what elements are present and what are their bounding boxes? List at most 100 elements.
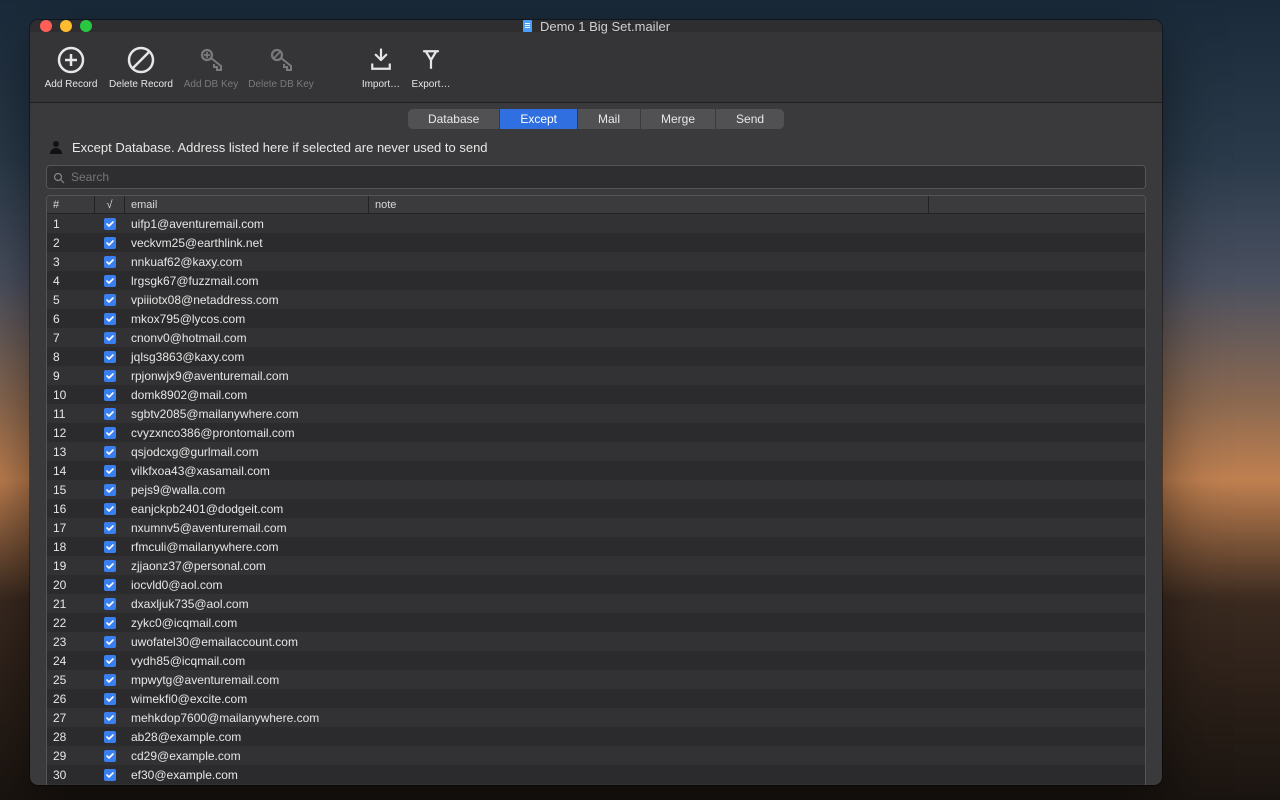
table-row[interactable]: 9rpjonwjx9@aventuremail.com: [47, 366, 1145, 385]
cell-check[interactable]: [95, 731, 125, 743]
table-row[interactable]: 30ef30@example.com: [47, 765, 1145, 784]
cell-check[interactable]: [95, 598, 125, 610]
search-input[interactable]: [71, 170, 1139, 184]
cell-check[interactable]: [95, 218, 125, 230]
delete-record-button[interactable]: Delete Record: [106, 32, 176, 102]
cell-check[interactable]: [95, 332, 125, 344]
cell-check[interactable]: [95, 237, 125, 249]
col-header-index[interactable]: #: [47, 196, 95, 213]
cell-email: nnkuaf62@kaxy.com: [125, 255, 369, 269]
table-row[interactable]: 1uifp1@aventuremail.com: [47, 214, 1145, 233]
table-row[interactable]: 8jqlsg3863@kaxy.com: [47, 347, 1145, 366]
checkbox-checked-icon: [104, 769, 116, 781]
cell-index: 18: [47, 540, 95, 554]
table-row[interactable]: 29cd29@example.com: [47, 746, 1145, 765]
cell-check[interactable]: [95, 712, 125, 724]
cell-check[interactable]: [95, 503, 125, 515]
cell-check[interactable]: [95, 427, 125, 439]
import-toolbar-button[interactable]: Import…: [356, 32, 406, 102]
cell-index: 25: [47, 673, 95, 687]
cell-check[interactable]: [95, 465, 125, 477]
cell-check[interactable]: [95, 674, 125, 686]
col-header-note[interactable]: note: [369, 196, 929, 213]
table-row[interactable]: 24vydh85@icqmail.com: [47, 651, 1145, 670]
cell-check[interactable]: [95, 579, 125, 591]
table-row[interactable]: 19zjjaonz37@personal.com: [47, 556, 1145, 575]
cell-check[interactable]: [95, 693, 125, 705]
checkbox-checked-icon: [104, 598, 116, 610]
col-header-extra[interactable]: [929, 196, 1145, 213]
cell-check[interactable]: [95, 560, 125, 572]
cell-check[interactable]: [95, 275, 125, 287]
cell-check[interactable]: [95, 484, 125, 496]
cell-check[interactable]: [95, 294, 125, 306]
table-row[interactable]: 27mehkdop7600@mailanywhere.com: [47, 708, 1145, 727]
cell-email: cvyzxnco386@prontomail.com: [125, 426, 369, 440]
cell-check[interactable]: [95, 750, 125, 762]
table-row[interactable]: 22zykc0@icqmail.com: [47, 613, 1145, 632]
table-row[interactable]: 25mpwytg@aventuremail.com: [47, 670, 1145, 689]
cell-email: veckvm25@earthlink.net: [125, 236, 369, 250]
cell-index: 29: [47, 749, 95, 763]
col-header-check[interactable]: √: [95, 196, 125, 213]
table-row[interactable]: 13qsjodcxg@gurlmail.com: [47, 442, 1145, 461]
tab-database[interactable]: Database: [408, 109, 500, 129]
cell-check[interactable]: [95, 313, 125, 325]
table-row[interactable]: 31gh31@example.com: [47, 784, 1145, 785]
table-row[interactable]: 11sgbtv2085@mailanywhere.com: [47, 404, 1145, 423]
table-row[interactable]: 12cvyzxnco386@prontomail.com: [47, 423, 1145, 442]
cell-check[interactable]: [95, 370, 125, 382]
table-row[interactable]: 28ab28@example.com: [47, 727, 1145, 746]
checkbox-checked-icon: [104, 427, 116, 439]
tab-merge[interactable]: Merge: [641, 109, 716, 129]
cell-index: 20: [47, 578, 95, 592]
tab-except[interactable]: Except: [500, 109, 578, 129]
search-field[interactable]: [46, 165, 1146, 189]
export-toolbar-button[interactable]: Export…: [406, 32, 456, 102]
cell-email: rfmculi@mailanywhere.com: [125, 540, 369, 554]
cell-check[interactable]: [95, 617, 125, 629]
titlebar: Demo 1 Big Set.mailer: [30, 20, 1162, 32]
cell-email: ef30@example.com: [125, 768, 369, 782]
col-header-email[interactable]: email: [125, 196, 369, 213]
table-row[interactable]: 15pejs9@walla.com: [47, 480, 1145, 499]
checkbox-checked-icon: [104, 522, 116, 534]
cell-check[interactable]: [95, 446, 125, 458]
table-row[interactable]: 23uwofatel30@emailaccount.com: [47, 632, 1145, 651]
cell-email: eanjckpb2401@dodgeit.com: [125, 502, 369, 516]
cell-check[interactable]: [95, 636, 125, 648]
table-row[interactable]: 2veckvm25@earthlink.net: [47, 233, 1145, 252]
search-icon: [53, 171, 65, 183]
add-record-button[interactable]: Add Record: [36, 32, 106, 102]
table-row[interactable]: 14vilkfxoa43@xasamail.com: [47, 461, 1145, 480]
cell-check[interactable]: [95, 256, 125, 268]
cell-index: 15: [47, 483, 95, 497]
table-row[interactable]: 26wimekfi0@excite.com: [47, 689, 1145, 708]
table-row[interactable]: 10domk8902@mail.com: [47, 385, 1145, 404]
cell-check[interactable]: [95, 408, 125, 420]
checkbox-checked-icon: [104, 389, 116, 401]
cell-check[interactable]: [95, 389, 125, 401]
table-row[interactable]: 18 rfmculi@mailanywhere.com: [47, 537, 1145, 556]
tab-mail[interactable]: Mail: [578, 109, 641, 129]
cell-check[interactable]: [95, 769, 125, 781]
table-row[interactable]: 17nxumnv5@aventuremail.com: [47, 518, 1145, 537]
zoom-window-button[interactable]: [80, 20, 92, 32]
table-row[interactable]: 5vpiiiotx08@netaddress.com: [47, 290, 1145, 309]
cell-check[interactable]: [95, 351, 125, 363]
table-row[interactable]: 4lrgsgk67@fuzzmail.com: [47, 271, 1145, 290]
minimize-window-button[interactable]: [60, 20, 72, 32]
tab-send[interactable]: Send: [716, 109, 784, 129]
cell-check[interactable]: [95, 541, 125, 553]
table-row[interactable]: 6mkox795@lycos.com: [47, 309, 1145, 328]
close-window-button[interactable]: [40, 20, 52, 32]
table-row[interactable]: 20iocvld0@aol.com: [47, 575, 1145, 594]
table-row[interactable]: 7cnonv0@hotmail.com: [47, 328, 1145, 347]
table-row[interactable]: 3nnkuaf62@kaxy.com: [47, 252, 1145, 271]
table-row[interactable]: 21dxaxljuk735@aol.com: [47, 594, 1145, 613]
table-row[interactable]: 16eanjckpb2401@dodgeit.com: [47, 499, 1145, 518]
cell-check[interactable]: [95, 655, 125, 667]
cell-check[interactable]: [95, 522, 125, 534]
table-body[interactable]: 1uifp1@aventuremail.com2veckvm25@earthli…: [47, 214, 1145, 785]
checkbox-checked-icon: [104, 218, 116, 230]
